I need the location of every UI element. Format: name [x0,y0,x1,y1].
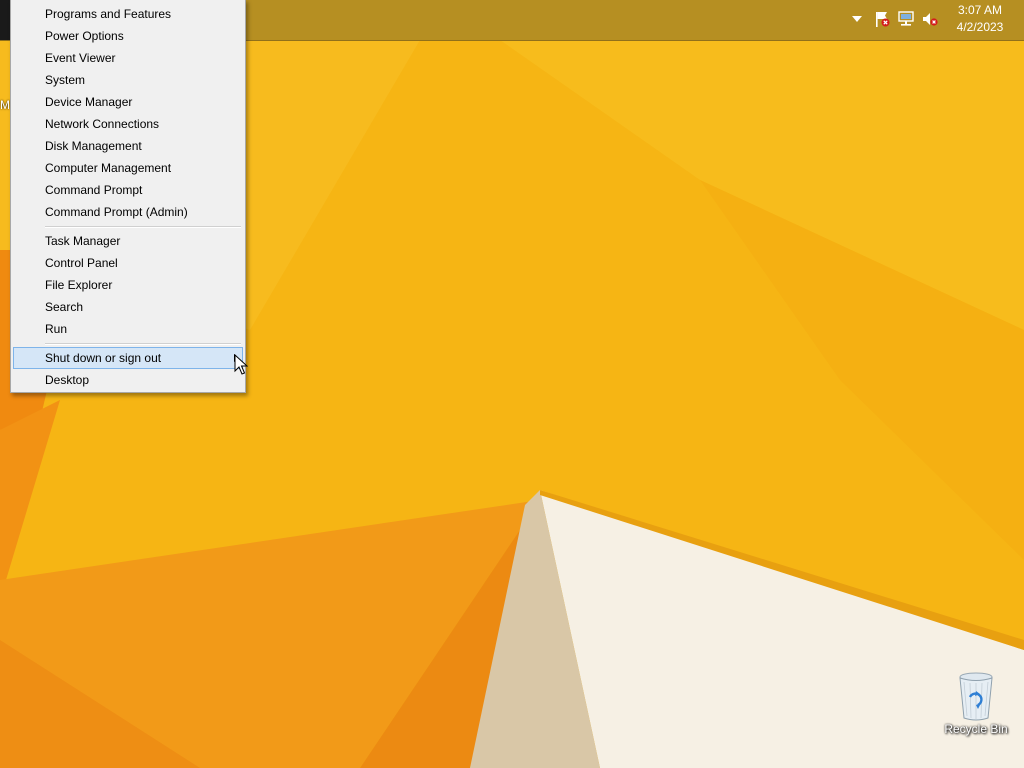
desktop-icon-recycle-bin[interactable]: Recycle Bin [940,668,1012,744]
menu-item-programs-and-features[interactable]: Programs and Features [13,3,243,25]
volume-muted-icon[interactable] [919,8,941,30]
recycle-bin-icon [959,672,993,721]
menu-item-file-explorer[interactable]: File Explorer [13,274,243,296]
menu-item-run[interactable]: Run [13,318,243,340]
menu-item-computer-management[interactable]: Computer Management [13,157,243,179]
menu-item-command-prompt-admin[interactable]: Command Prompt (Admin) [13,201,243,223]
menu-item-desktop[interactable]: Desktop [13,369,243,391]
menu-item-network-connections[interactable]: Network Connections [13,113,243,135]
menu-separator [45,226,241,228]
menu-item-search[interactable]: Search [13,296,243,318]
desktop[interactable]: M 3:07 AM 4/2/2023 Programs and Features… [0,0,1024,768]
menu-item-task-manager[interactable]: Task Manager [13,230,243,252]
menu-item-event-viewer[interactable]: Event Viewer [13,47,243,69]
menu-item-shut-down-or-sign-out[interactable]: Shut down or sign out [13,347,243,369]
recycle-bin-label: Recycle Bin [944,722,1008,736]
menu-item-label: Shut down or sign out [45,351,162,365]
menu-separator [45,343,241,345]
menu-item-device-manager[interactable]: Device Manager [13,91,243,113]
clock-time: 3:07 AM [957,3,1003,17]
desktop-partial-label: M [0,98,10,112]
menu-item-power-options[interactable]: Power Options [13,25,243,47]
menu-item-disk-management[interactable]: Disk Management [13,135,243,157]
menu-item-command-prompt[interactable]: Command Prompt [13,179,243,201]
power-user-menu: Programs and Features Power Options Even… [10,0,246,393]
action-center-flag-icon[interactable] [871,8,893,30]
clock-date: 4/2/2023 [956,20,1004,34]
network-icon[interactable] [895,8,917,30]
menu-item-system[interactable]: System [13,69,243,91]
menu-item-control-panel[interactable]: Control Panel [13,252,243,274]
show-hidden-icons-arrow-icon[interactable] [846,8,868,30]
system-clock[interactable]: 3:07 AM 4/2/2023 [946,2,1014,36]
submenu-arrow-icon [234,354,238,362]
